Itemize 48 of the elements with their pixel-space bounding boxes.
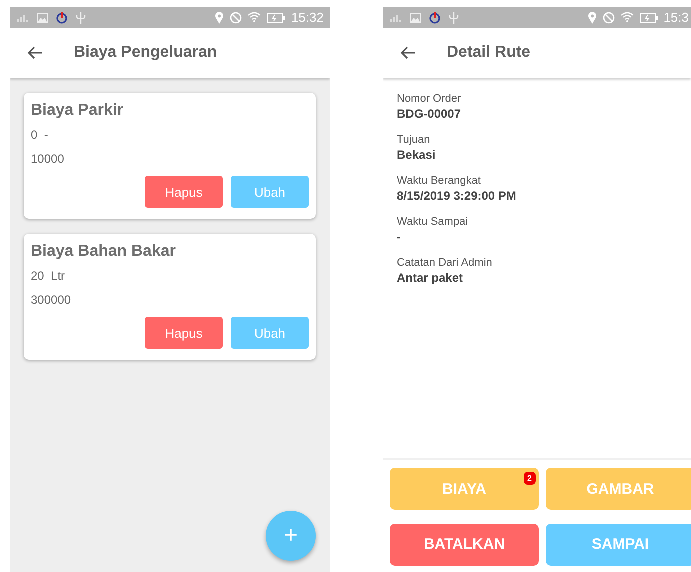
image-icon xyxy=(410,12,421,22)
expense-name: Biaya Parkir xyxy=(31,102,125,120)
usb-icon xyxy=(449,12,459,24)
signal-icon xyxy=(17,13,29,22)
screen-title: Biaya Pengeluaran xyxy=(74,44,218,62)
image-icon xyxy=(37,12,48,22)
field-value: Antar paket xyxy=(397,271,464,285)
expense-quantity: 0 - xyxy=(31,128,50,142)
edit-button[interactable]: Ubah xyxy=(231,176,309,208)
add-button[interactable]: + xyxy=(266,511,316,561)
action-button[interactable]: GAMBAR xyxy=(546,468,691,510)
location-icon xyxy=(588,12,597,24)
blocked-icon xyxy=(230,12,242,24)
status-time: 15:32 xyxy=(291,10,324,25)
field-label: Waktu Sampai xyxy=(397,216,470,228)
wifi-icon xyxy=(248,12,262,23)
blocked-icon xyxy=(602,12,615,24)
expense-quantity: 20 Ltr xyxy=(31,269,66,283)
battery-icon xyxy=(267,12,286,22)
expense-amount: 300000 xyxy=(31,293,72,307)
delete-button[interactable]: Hapus xyxy=(145,317,223,349)
action-button[interactable]: SAMPAI xyxy=(546,524,691,566)
delete-button[interactable]: Hapus xyxy=(145,176,223,208)
status-time: 15:3 xyxy=(664,10,689,25)
expense-name: Biaya Bahan Bakar xyxy=(31,243,177,261)
action-button[interactable]: BIAYA 2 xyxy=(390,468,539,510)
signal-icon xyxy=(390,13,402,22)
field-value: BDG-00007 xyxy=(397,107,462,121)
field-value: - xyxy=(397,230,402,244)
power-icon xyxy=(56,12,68,24)
screen-title: Detail Rute xyxy=(447,44,531,62)
back-arrow-icon[interactable] xyxy=(400,46,416,60)
count-badge: 2 xyxy=(524,472,536,485)
field-value: 8/15/2019 3:29:00 PM xyxy=(397,189,518,203)
power-icon xyxy=(429,12,441,24)
field-value: Bekasi xyxy=(397,148,437,162)
field-label: Catatan Dari Admin xyxy=(397,257,494,269)
action-button[interactable]: BATALKAN xyxy=(390,524,539,566)
battery-icon xyxy=(640,12,658,22)
field-label: Nomor Order xyxy=(397,93,462,105)
usb-icon xyxy=(76,12,86,24)
wifi-icon xyxy=(620,12,634,23)
field-label: Tujuan xyxy=(397,134,432,146)
location-icon xyxy=(215,12,224,24)
field-label: Waktu Berangkat xyxy=(397,175,482,187)
expense-amount: 10000 xyxy=(31,152,66,166)
edit-button[interactable]: Ubah xyxy=(231,317,309,349)
back-arrow-icon[interactable] xyxy=(27,46,43,60)
